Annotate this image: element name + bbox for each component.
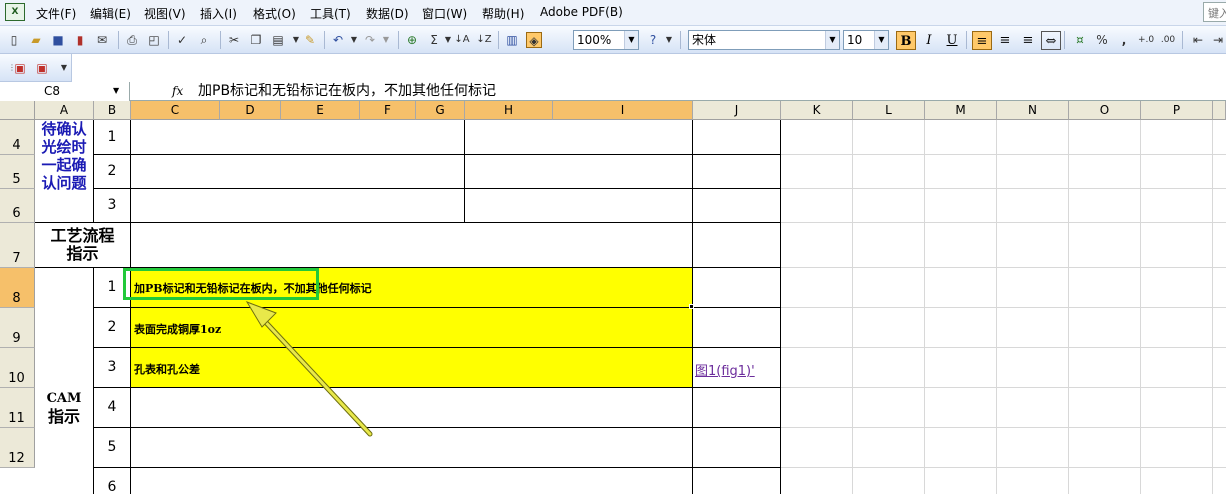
chevron-down-icon[interactable]: ▼ [113, 82, 127, 100]
research-icon[interactable]: ⌕ [196, 32, 212, 48]
menu-insert[interactable]: 插入(I) [200, 5, 237, 22]
font-size-select[interactable]: 10 ▼ [843, 30, 889, 50]
annotation-layer [245, 301, 373, 437]
undo-dropdown-icon[interactable]: ▼ [346, 32, 362, 48]
convert-to-pdf-icon[interactable]: ▣ [12, 60, 28, 76]
zoom-select[interactable]: 100% ▼ [573, 30, 639, 50]
print-icon[interactable]: ⎙ [124, 32, 140, 48]
worksheet-grid[interactable]: ABCDEFGHIJKLMNOP 4 5 6 7 8 9 10 11 12 待确认 光绘时 一起… [0, 101, 1226, 494]
decrease-decimal-icon[interactable]: .00 [1160, 32, 1176, 48]
help-search-box[interactable]: 键入 [1203, 2, 1226, 22]
toolbar-separator [118, 31, 119, 49]
toolbar-separator [1182, 31, 1183, 49]
increase-indent-icon[interactable]: ⇥ [1210, 32, 1226, 48]
name-box[interactable]: C8 ▼ [0, 82, 130, 101]
redo-dropdown-icon[interactable]: ▼ [378, 32, 394, 48]
toolbar-separator [1064, 31, 1065, 49]
decrease-indent-icon[interactable]: ⇤ [1190, 32, 1206, 48]
chevron-down-icon[interactable]: ▼ [874, 31, 888, 49]
menu-tools[interactable]: 工具(T) [310, 5, 351, 22]
paste-icon[interactable]: ▤ [270, 32, 286, 48]
hyperlink-icon[interactable]: ⊕ [404, 32, 420, 48]
align-left-button[interactable]: ≡ [972, 31, 992, 50]
save-icon[interactable]: ■ [50, 32, 66, 48]
menu-file[interactable]: 文件(F) [36, 5, 76, 22]
print-preview-icon[interactable]: ◰ [146, 32, 162, 48]
underline-button[interactable]: U [942, 31, 962, 50]
menu-adobe-pdf[interactable]: Adobe PDF(B) [540, 5, 623, 19]
help-icon[interactable]: ? [645, 32, 661, 48]
redo-icon[interactable]: ↷ [362, 32, 378, 48]
sort-ascending-icon[interactable]: ↓A [454, 32, 470, 48]
toolbar-separator [498, 31, 499, 49]
toolbar-options-icon[interactable]: ▼ [661, 32, 677, 48]
font-name-value: 宋体 [692, 33, 717, 47]
menu-data[interactable]: 数据(D) [366, 5, 409, 22]
toolbar-separator [966, 31, 967, 49]
currency-icon[interactable]: ¤ [1072, 32, 1088, 48]
toolbar-separator [680, 31, 681, 49]
increase-decimal-icon[interactable]: +.0 [1138, 32, 1154, 48]
menu-bar: X 文件(F) 编辑(E) 视图(V) 插入(I) 格式(O) 工具(T) 数据… [0, 0, 1226, 26]
insert-function-icon[interactable]: fx [172, 82, 183, 100]
align-center-button[interactable]: ≡ [995, 31, 1015, 50]
menu-view[interactable]: 视图(V) [144, 5, 186, 22]
chart-wizard-icon[interactable]: ▥ [504, 32, 520, 48]
excel-app-icon[interactable]: X [5, 3, 25, 21]
copy-icon[interactable]: ❐ [248, 32, 264, 48]
italic-button[interactable]: I [919, 31, 939, 50]
merge-center-button[interactable]: ⇔ [1041, 31, 1061, 50]
annotation-arrow [245, 301, 373, 437]
name-box-value: C8 [44, 84, 61, 98]
pdf-toolbar: ⋮ ▣ ▣ ▼ [0, 54, 72, 82]
menu-edit[interactable]: 编辑(E) [90, 5, 131, 22]
font-size-value: 10 [847, 33, 863, 47]
standard-toolbar: ▯ ▰ ■ ▮ ✉ ⎙ ◰ ✓ ⌕ ✂ ❐ ▤ ▼ ✎ ↶ ▼ ↷ ▼ ⊕ Σ … [0, 26, 1226, 54]
formula-input[interactable]: 加PB标记和无铅标记在板内，不加其他任何标记 [198, 82, 496, 100]
chevron-down-icon[interactable]: ▼ [624, 31, 638, 49]
comma-style-button[interactable]: , [1116, 32, 1132, 48]
formula-bar: C8 ▼ fx 加PB标记和无铅标记在板内，不加其他任何标记 [0, 82, 1226, 101]
menu-window[interactable]: 窗口(W) [422, 5, 467, 22]
toolbar-separator [324, 31, 325, 49]
pdf-email-icon[interactable]: ▣ [34, 60, 50, 76]
menu-help[interactable]: 帮助(H) [482, 5, 524, 22]
font-name-select[interactable]: 宋体 ▼ [688, 30, 840, 50]
bold-button[interactable]: B [896, 31, 916, 50]
percent-style-button[interactable]: % [1094, 32, 1110, 48]
align-right-button[interactable]: ≡ [1018, 31, 1038, 50]
toolbar-separator [398, 31, 399, 49]
permission-icon[interactable]: ▮ [72, 32, 88, 48]
zoom-value: 100% [577, 33, 612, 47]
toolbar-separator [168, 31, 169, 49]
new-document-icon[interactable]: ▯ [6, 32, 22, 48]
format-painter-icon[interactable]: ✎ [302, 32, 318, 48]
spelling-icon[interactable]: ✓ [174, 32, 190, 48]
menu-format[interactable]: 格式(O) [253, 5, 296, 22]
sort-descending-icon[interactable]: ↓Z [476, 32, 492, 48]
chevron-down-icon[interactable]: ▼ [825, 31, 839, 49]
undo-icon[interactable]: ↶ [330, 32, 346, 48]
cut-icon[interactable]: ✂ [226, 32, 242, 48]
toolbar-separator [220, 31, 221, 49]
drawing-icon[interactable]: ◈ [526, 32, 542, 48]
open-folder-icon[interactable]: ▰ [28, 32, 44, 48]
toolbar-options-icon[interactable]: ▼ [56, 60, 72, 76]
email-icon[interactable]: ✉ [94, 32, 110, 48]
